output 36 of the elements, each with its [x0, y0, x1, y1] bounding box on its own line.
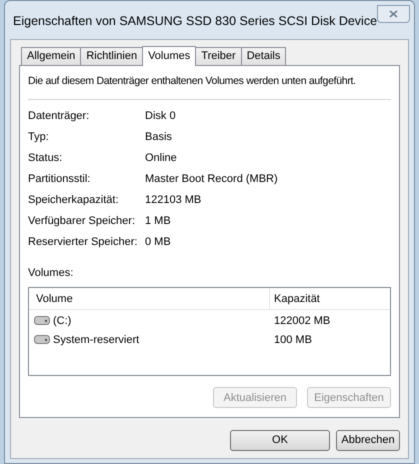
volume-name: (C:)	[53, 314, 72, 328]
volume-capacity: 100 MB	[273, 332, 312, 348]
close-button[interactable]	[377, 5, 410, 23]
property-value: 1 MB	[145, 214, 171, 229]
property-label: Speicherkapazität:	[28, 193, 120, 208]
column-header[interactable]: Kapazität	[270, 288, 390, 310]
tab[interactable]: Volumes	[142, 46, 196, 66]
close-icon	[389, 10, 398, 18]
volume-capacity: 122002 MB	[273, 314, 330, 328]
column-header[interactable]: Volume	[29, 288, 270, 310]
window-title: Eigenschaften von SAMSUNG SSD 830 Series SCSI Disk Device	[13, 13, 378, 30]
property-label: Verfügbarer Speicher:	[28, 214, 136, 229]
tab[interactable]: Allgemein	[21, 47, 82, 65]
dialog-button[interactable]: Abbrechen	[336, 430, 400, 451]
property-label: Typ:	[28, 130, 50, 145]
property-value: Online	[145, 151, 177, 166]
tab[interactable]: Details	[240, 47, 286, 65]
property-label: Reservierter Speicher:	[28, 235, 138, 250]
volumes-label: Volumes:	[28, 266, 74, 281]
volume-name: System-reserviert	[53, 332, 140, 348]
property-label: Partitionsstil:	[28, 172, 92, 187]
drive-icon	[34, 316, 50, 326]
volume-row[interactable]: System-reserviert 100 MB	[29, 331, 390, 348]
property-value: 0 MB	[145, 235, 171, 250]
property-value: Basis	[145, 130, 172, 145]
property-label: Status:	[28, 151, 64, 166]
drive-icon	[34, 335, 50, 344]
description-text: Die auf diesem Datenträger enthaltenen Volumes werden unten aufgeführt.	[28, 74, 356, 89]
tab[interactable]: Treiber	[195, 47, 242, 65]
dialog-button[interactable]: OK	[230, 430, 330, 451]
property-label: Datenträger:	[28, 109, 90, 124]
property-value: Master Boot Record (MBR)	[145, 172, 278, 187]
tab[interactable]: Richtlinien	[80, 47, 144, 65]
volume-row[interactable]: (C:) 122002 MB	[29, 312, 390, 330]
property-value: 122103 MB	[145, 193, 202, 208]
property-value: Disk 0	[145, 109, 176, 124]
